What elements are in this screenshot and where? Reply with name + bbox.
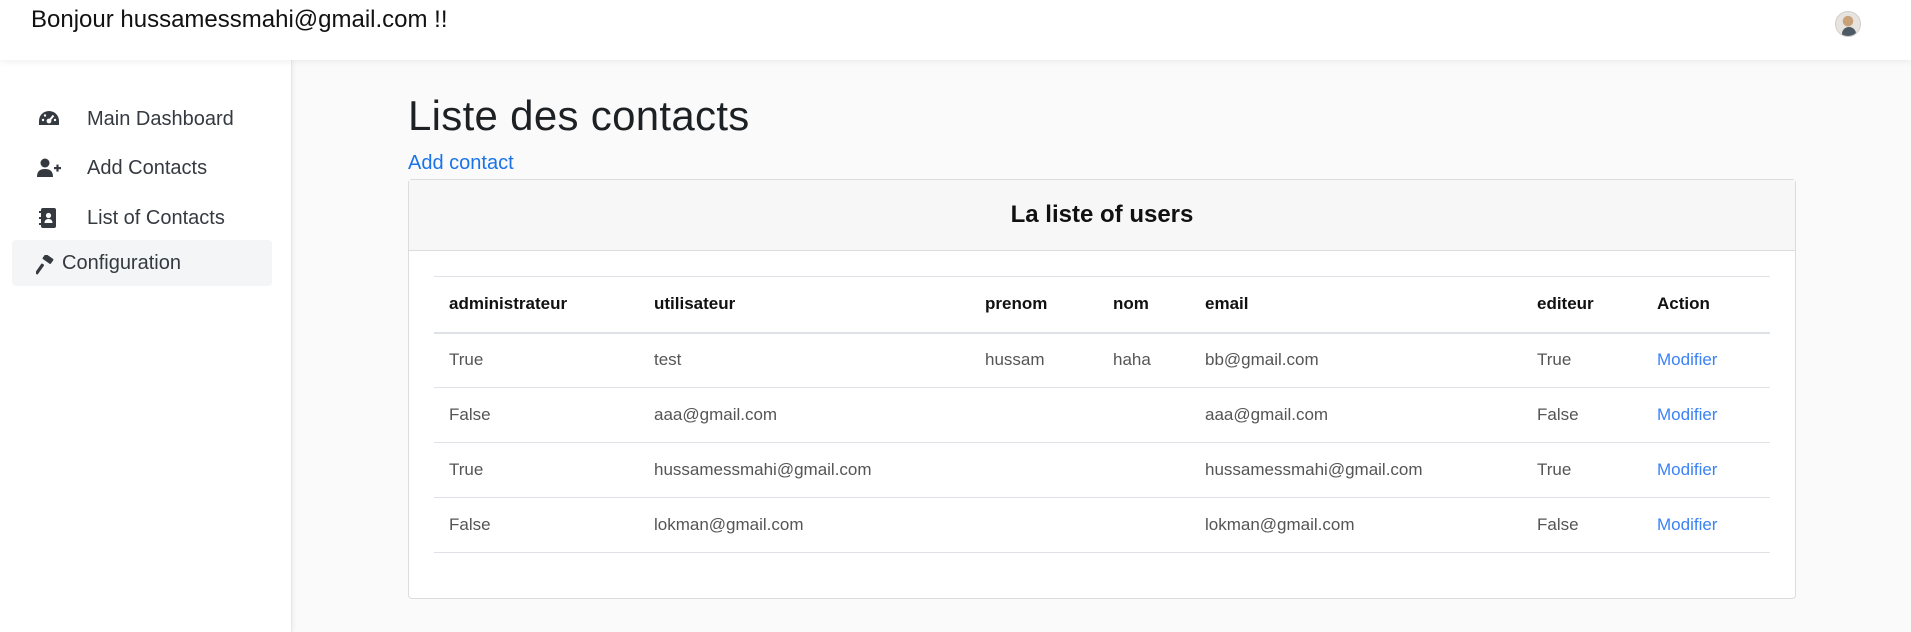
cell-nom <box>1098 497 1190 553</box>
sidebar-item-label: Configuration <box>62 251 181 274</box>
column-header-administrateur: administrateur <box>434 276 639 334</box>
cell-nom <box>1098 442 1190 498</box>
cell-administrateur: True <box>434 442 639 498</box>
cell-prenom: hussam <box>970 332 1098 388</box>
column-header-utilisateur: utilisateur <box>639 276 970 334</box>
user-plus-icon <box>37 158 61 177</box>
cell-editeur: True <box>1522 442 1642 498</box>
modifier-link[interactable]: Modifier <box>1657 515 1717 534</box>
cell-email: bb@gmail.com <box>1190 332 1522 388</box>
cell-nom <box>1098 387 1190 443</box>
sidebar-item-label: Add Contacts <box>87 156 208 179</box>
cell-utilisateur: lokman@gmail.com <box>639 497 970 553</box>
greeting-text: Bonjour hussamessmahi@gmail.com !! <box>31 6 448 33</box>
add-contact-link[interactable]: Add contact <box>408 152 514 175</box>
cell-email: aaa@gmail.com <box>1190 387 1522 443</box>
card-title: La liste of users <box>409 180 1795 251</box>
cell-editeur: False <box>1522 387 1642 443</box>
cell-editeur: False <box>1522 497 1642 553</box>
cell-email: lokman@gmail.com <box>1190 497 1522 553</box>
cell-nom: haha <box>1098 332 1190 388</box>
contact-book-icon <box>39 208 56 228</box>
cell-prenom <box>970 442 1098 498</box>
sidebar-item-configuration[interactable]: Configuration <box>12 240 272 286</box>
users-table: administrateur utilisateur prenom nom em… <box>434 276 1770 553</box>
cell-email: hussamessmahi@gmail.com <box>1190 442 1522 498</box>
cell-editeur: True <box>1522 332 1642 388</box>
cell-utilisateur: aaa@gmail.com <box>639 387 970 443</box>
cell-utilisateur: hussamessmahi@gmail.com <box>639 442 970 498</box>
sidebar-item-label: List of Contacts <box>87 206 225 229</box>
table-row: True hussamessmahi@gmail.com hussamessma… <box>434 442 1770 498</box>
column-header-editeur: editeur <box>1522 276 1642 334</box>
column-header-action: Action <box>1642 276 1770 334</box>
cell-prenom <box>970 387 1098 443</box>
modifier-link[interactable]: Modifier <box>1657 350 1717 369</box>
sidebar: Main Dashboard Add Contacts List of Cont… <box>0 60 292 632</box>
cell-action: Modifier <box>1642 442 1770 498</box>
sidebar-item-label: Main Dashboard <box>87 107 234 130</box>
sidebar-item-add-contacts[interactable]: Add Contacts <box>12 145 272 191</box>
table-row: True test hussam haha bb@gmail.com True … <box>434 332 1770 388</box>
hammer-icon <box>36 255 54 275</box>
dashboard-gauge-icon <box>39 111 59 125</box>
sidebar-item-list-of-contacts[interactable]: List of Contacts <box>12 195 272 241</box>
modifier-link[interactable]: Modifier <box>1657 405 1717 424</box>
table-header-row: administrateur utilisateur prenom nom em… <box>434 276 1770 334</box>
users-card: La liste of users administrateur utilisa… <box>408 179 1796 599</box>
column-header-nom: nom <box>1098 276 1190 334</box>
cell-administrateur: False <box>434 387 639 443</box>
modifier-link[interactable]: Modifier <box>1657 460 1717 479</box>
top-bar: Bonjour hussamessmahi@gmail.com !! <box>0 0 1911 60</box>
column-header-prenom: prenom <box>970 276 1098 334</box>
page-title: Liste des contacts <box>408 92 750 139</box>
cell-administrateur: True <box>434 332 639 388</box>
sidebar-item-main-dashboard[interactable]: Main Dashboard <box>12 96 272 142</box>
cell-action: Modifier <box>1642 497 1770 553</box>
table-row: False lokman@gmail.com lokman@gmail.com … <box>434 497 1770 553</box>
cell-utilisateur: test <box>639 332 970 388</box>
cell-action: Modifier <box>1642 332 1770 388</box>
table-row: False aaa@gmail.com aaa@gmail.com False … <box>434 387 1770 443</box>
user-avatar[interactable] <box>1835 11 1861 37</box>
cell-administrateur: False <box>434 497 639 553</box>
column-header-email: email <box>1190 276 1522 334</box>
cell-action: Modifier <box>1642 387 1770 443</box>
cell-prenom <box>970 497 1098 553</box>
